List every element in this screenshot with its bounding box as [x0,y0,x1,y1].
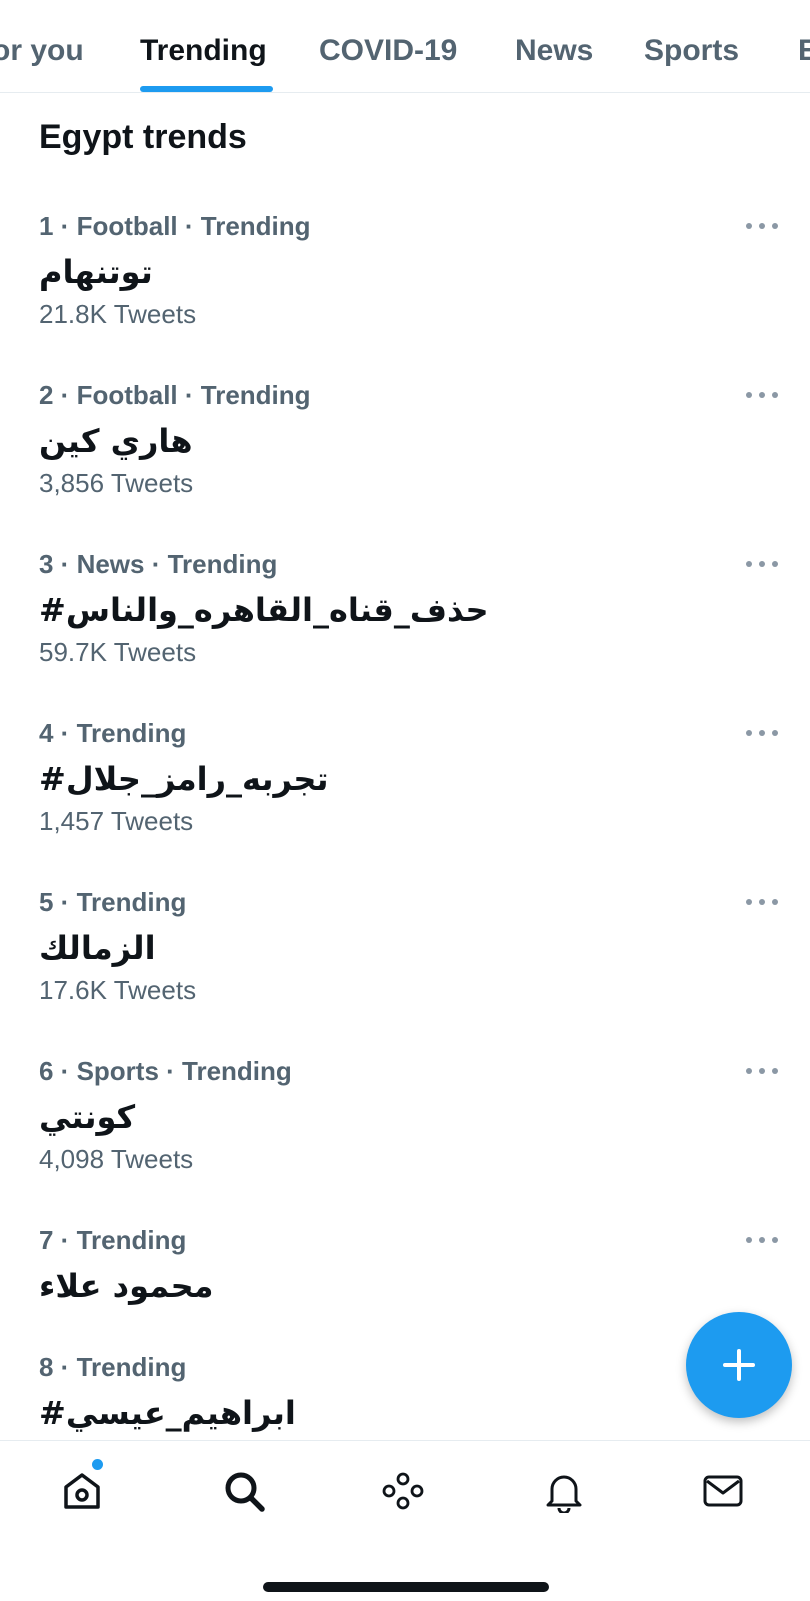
home-indicator [263,1582,549,1592]
trend-meta: 2 · Football · Trending [39,380,311,410]
trend-name: هاري كين [39,422,193,460]
explore-tab-bar: or you Trending COVID-19 News Sports E [0,0,810,93]
trend-meta: 1 · Football · Trending [39,211,311,241]
tab-trending[interactable]: Trending [140,32,267,70]
trend-tweet-count: 4,098 Tweets [39,1144,194,1174]
trend-name: توتنهام [39,253,153,291]
tab-sports[interactable]: Sports [644,32,739,70]
tab-for-you[interactable]: or you [0,32,84,70]
more-dots-icon[interactable] [744,554,780,574]
trend-meta: 7 · Trending [39,1225,187,1255]
trend-tweet-count: 21.8K Tweets [39,299,197,329]
trend-item[interactable]: 4 · Trending #تجربه_رامز_جلال 1,457 Twee… [0,717,810,867]
more-dots-icon[interactable] [744,892,780,912]
more-dots-icon[interactable] [744,385,780,405]
trend-name: #تجربه_رامز_جلال [39,760,329,798]
trend-tweet-count: 3,856 Tweets [39,468,194,498]
spaces-icon[interactable] [381,1469,425,1513]
more-dots-icon[interactable] [744,1230,780,1250]
notifications-icon[interactable] [542,1469,586,1513]
trend-name: الزمالك [39,929,156,967]
trend-item[interactable]: 6 · Sports · Trending كونتي 4,098 Tweets [0,1055,810,1205]
compose-tweet-button[interactable] [686,1312,792,1418]
trend-item[interactable]: 3 · News · Trending #حذف_قناه_القاهره_وا… [0,548,810,698]
bottom-navigation [0,1440,810,1601]
trend-meta: 5 · Trending [39,887,187,917]
trend-meta: 4 · Trending [39,718,187,748]
messages-icon[interactable] [701,1469,745,1513]
trend-name: محمود علاء [39,1267,214,1305]
trend-meta: 6 · Sports · Trending [39,1056,292,1086]
trend-tweet-count: 59.7K Tweets [39,637,197,667]
plus-icon [723,1349,755,1381]
active-tab-indicator [140,86,273,92]
trend-item[interactable]: 2 · Football · Trending هاري كين 3,856 T… [0,379,810,529]
more-dots-icon[interactable] [744,216,780,236]
home-unread-dot [92,1459,103,1470]
more-dots-icon[interactable] [744,1061,780,1081]
home-icon[interactable] [60,1469,104,1513]
search-icon[interactable] [222,1469,266,1513]
trend-item[interactable]: 1 · Football · Trending توتنهام 21.8K Tw… [0,210,810,360]
trend-name: #ابراهيم_عيسي [39,1394,296,1432]
tab-news[interactable]: News [515,32,593,70]
trend-name: كونتي [39,1098,136,1136]
trend-name: #حذف_قناه_القاهره_والناس [39,591,489,629]
trend-meta: 8 · Trending [39,1352,187,1382]
section-title: Egypt trends [39,118,247,156]
tab-covid-19[interactable]: COVID-19 [319,32,457,70]
tab-entertainment[interactable]: E [798,32,810,70]
trend-meta: 3 · News · Trending [39,549,278,579]
trend-item[interactable]: 5 · Trending الزمالك 17.6K Tweets [0,886,810,1036]
trend-tweet-count: 1,457 Tweets [39,806,194,836]
trend-tweet-count: 17.6K Tweets [39,975,197,1005]
more-dots-icon[interactable] [744,723,780,743]
